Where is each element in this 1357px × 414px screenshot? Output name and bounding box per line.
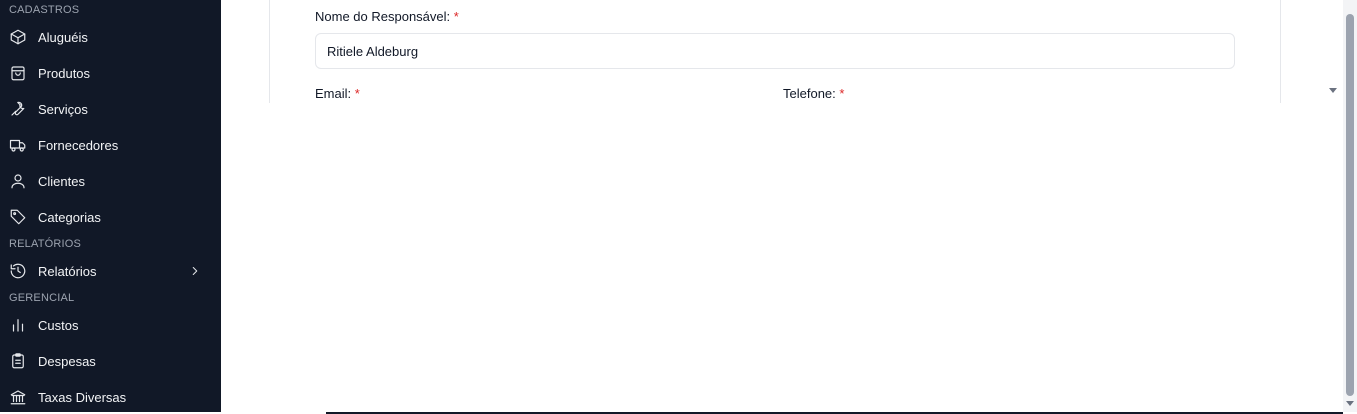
- wrench-icon: [9, 100, 27, 118]
- responsavel-label-text: Nome do Responsável:: [315, 9, 451, 24]
- sidebar-item-label: Despesas: [38, 353, 96, 369]
- sidebar-item-label: Taxas Diversas: [38, 389, 127, 405]
- sidebar-item-relatorios[interactable]: Relatórios: [0, 255, 221, 287]
- sidebar: CADASTROS Aluguéis Produtos Serviços For…: [0, 0, 221, 412]
- user-icon: [9, 172, 27, 190]
- sidebar-item-servicos[interactable]: Serviços: [0, 93, 221, 125]
- sidebar-item-fornecedores[interactable]: Fornecedores: [0, 129, 221, 161]
- sidebar-item-label: Categorias: [38, 209, 101, 225]
- shopping-bag-icon: [9, 64, 27, 82]
- sidebar-item-categorias[interactable]: Categorias: [0, 201, 221, 233]
- sidebar-item-label: Fornecedores: [38, 137, 119, 153]
- scrollbar-thumb[interactable]: [1346, 14, 1354, 396]
- section-label-cadastros: CADASTROS: [9, 4, 80, 16]
- inner-scroll-down-arrow-icon[interactable]: [1329, 88, 1337, 93]
- email-label-text: Email:: [315, 86, 352, 101]
- clipboard-icon: [9, 352, 27, 370]
- form-card: Nome do Responsável: * Email: * Telefone…: [269, 0, 1281, 103]
- sidebar-item-clientes[interactable]: Clientes: [0, 165, 221, 197]
- sidebar-item-label: Custos: [38, 317, 79, 333]
- section-label-gerencial: GERENCIAL: [9, 292, 75, 304]
- telefone-label-text: Telefone:: [783, 86, 836, 101]
- sidebar-item-label: Serviços: [38, 101, 88, 117]
- sidebar-item-label: Relatórios: [38, 263, 97, 279]
- required-mark: *: [354, 86, 360, 101]
- box-icon: [9, 28, 27, 46]
- scroll-down-arrow-icon[interactable]: [1346, 401, 1354, 406]
- responsavel-input[interactable]: [315, 33, 1235, 69]
- email-label: Email: *: [315, 86, 360, 101]
- required-mark: *: [453, 9, 459, 24]
- bar-chart-icon: [9, 316, 27, 334]
- sidebar-item-alugueis[interactable]: Aluguéis: [0, 21, 221, 53]
- chevron-right-icon: [188, 264, 202, 278]
- truck-icon: [9, 136, 27, 154]
- required-mark: *: [839, 86, 845, 101]
- telefone-label: Telefone: *: [783, 86, 844, 101]
- page-scrollbar[interactable]: [1343, 0, 1357, 412]
- section-label-relatorios: RELATÓRIOS: [9, 238, 82, 250]
- sidebar-item-label: Clientes: [38, 173, 85, 189]
- bank-icon: [9, 388, 27, 406]
- main-content: Nome do Responsável: * Email: * Telefone…: [221, 0, 1357, 414]
- sidebar-item-despesas[interactable]: Despesas: [0, 345, 221, 377]
- sidebar-item-produtos[interactable]: Produtos: [0, 57, 221, 89]
- tag-icon: [9, 208, 27, 226]
- sidebar-item-taxas-diversas[interactable]: Taxas Diversas: [0, 381, 221, 412]
- responsavel-label: Nome do Responsável: *: [315, 9, 459, 24]
- sidebar-item-custos[interactable]: Custos: [0, 309, 221, 341]
- history-icon: [9, 262, 27, 280]
- sidebar-item-label: Aluguéis: [38, 29, 88, 45]
- sidebar-item-label: Produtos: [38, 65, 91, 81]
